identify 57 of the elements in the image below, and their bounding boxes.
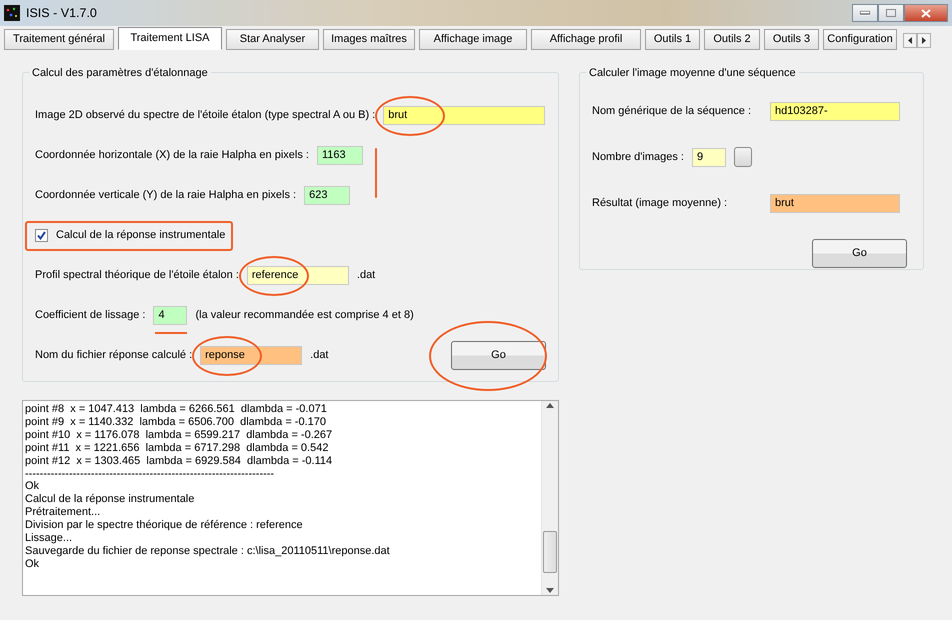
input-field[interactable]: 4 — [153, 306, 188, 324]
field-label: Image 2D observé du spectre de l'étoile étalon (type spectral A ou B) : — [35, 108, 376, 123]
input-field[interactable]: brut — [383, 106, 546, 124]
field-suffix: .dat — [310, 348, 328, 363]
tab[interactable]: Affichage profil — [531, 29, 641, 50]
minimize-button[interactable] — [852, 4, 878, 22]
field-label: Résultat (image moyenne) : — [592, 196, 728, 211]
group-title: Calculer l'image moyenne d'une séquence — [586, 65, 799, 82]
tab[interactable]: Configuration — [823, 29, 897, 50]
field-suffix: .dat — [356, 268, 376, 283]
scroll-up-icon[interactable] — [546, 403, 554, 408]
checkbox-label: Calcul de la réponse instrumentale — [56, 228, 226, 243]
tab[interactable]: Outils 1 — [645, 29, 700, 50]
close-icon — [921, 8, 931, 18]
tab-scroll-left-button[interactable] — [903, 33, 917, 48]
group-title: Calcul des paramètres d'étalonnage — [29, 65, 211, 82]
field-label: Nombre d'images : — [592, 150, 684, 165]
tab[interactable]: Traitement général — [4, 29, 114, 50]
input-field[interactable]: 9 — [692, 148, 726, 166]
go-button[interactable]: Go — [812, 239, 907, 268]
field-suffix: (la valeur recommandée est comprise 4 et 8) — [195, 308, 414, 323]
minimize-icon — [860, 11, 870, 15]
left-arrow-icon — [908, 37, 912, 44]
browse-button[interactable] — [734, 147, 752, 167]
tab[interactable]: Outils 2 — [704, 29, 760, 50]
tab[interactable]: Images maîtres — [323, 29, 415, 50]
window-title: ISIS - V1.7.0 — [26, 4, 97, 22]
field-label: Profil spectral théorique de l'étoile étalon : — [35, 268, 239, 283]
log-text: point #8 x = 1047.413 lambda = 6266.561 dlambda = -0.071 point #9 x = 1140.332 lambda = 6506.700 dlambda = -0.170 point #10 x = 1176.078 lambda = 6599.217 dlambda = -0.267 point #11 x = 1221.656 lambda = 6717.298 dlambda = 0.542 point #12 x = 1303.465 lambda = 6929.584 dlambda = -0.114 -------------------------------------------------------------------- Ok Calcul de la réponse instrumentale Prétraitement... Division par le spectre théorique de référence : reference Lissage... Sauvegarde du fichier de reponse spectrale : c:\lisa_20110511\reponse.dat Ok — [24, 402, 391, 572]
checkbox[interactable] — [35, 228, 48, 242]
right-arrow-icon — [922, 37, 926, 44]
maximize-button[interactable] — [878, 4, 904, 22]
go-button[interactable]: Go — [451, 340, 546, 370]
input-field[interactable]: 1163 — [316, 146, 363, 164]
input-field[interactable]: 623 — [304, 186, 350, 204]
tab[interactable]: Affichage image — [419, 29, 527, 50]
scroll-thumb[interactable] — [543, 531, 557, 573]
field-label: Coefficient de lissage : — [35, 308, 146, 323]
input-field[interactable]: hd103287- — [770, 102, 900, 120]
vertical-scrollbar[interactable] — [541, 401, 558, 595]
field-label: Coordonnée verticale (Y) de la raie Halpha en pixels : — [35, 188, 296, 203]
input-field[interactable]: reponse — [200, 346, 302, 364]
field-label: Nom du fichier réponse calculé : — [35, 348, 192, 363]
log-textbox[interactable] — [22, 400, 559, 596]
tab[interactable]: Star Analyser — [226, 29, 319, 50]
close-button[interactable] — [904, 4, 948, 22]
tab[interactable]: Outils 3 — [764, 29, 819, 50]
input-field[interactable]: reference — [246, 266, 349, 284]
field-label: Nom générique de la séquence : — [592, 104, 752, 119]
app-icon — [4, 5, 20, 21]
maximize-icon — [886, 9, 896, 17]
field-label: Coordonnée horizontale (X) de la raie Halpha en pixels : — [35, 148, 309, 163]
check-icon — [37, 230, 46, 240]
scroll-down-icon[interactable] — [546, 588, 554, 593]
tab-scroll-right-button[interactable] — [917, 33, 931, 48]
input-field[interactable]: brut — [770, 194, 900, 212]
tab[interactable]: Traitement LISA — [118, 27, 222, 50]
